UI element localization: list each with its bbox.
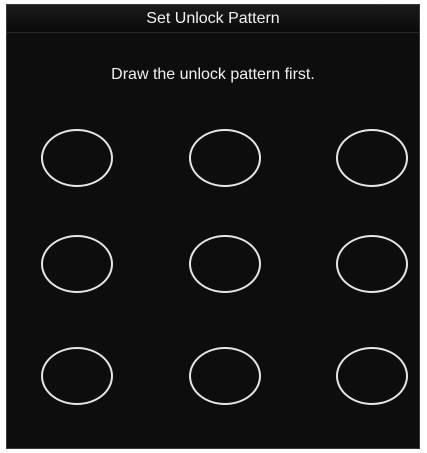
pattern-dot-9[interactable] xyxy=(336,347,408,405)
unlock-pattern-dialog: Set Unlock Pattern Draw the unlock patte… xyxy=(6,4,420,449)
pattern-dot-1[interactable] xyxy=(41,129,113,187)
pattern-grid xyxy=(7,5,419,448)
pattern-dot-2[interactable] xyxy=(189,129,261,187)
pattern-dot-4[interactable] xyxy=(41,235,113,293)
pattern-dot-6[interactable] xyxy=(336,235,408,293)
pattern-dot-5[interactable] xyxy=(189,235,261,293)
pattern-dot-7[interactable] xyxy=(41,347,113,405)
pattern-dot-8[interactable] xyxy=(189,347,261,405)
pattern-dot-3[interactable] xyxy=(336,129,408,187)
